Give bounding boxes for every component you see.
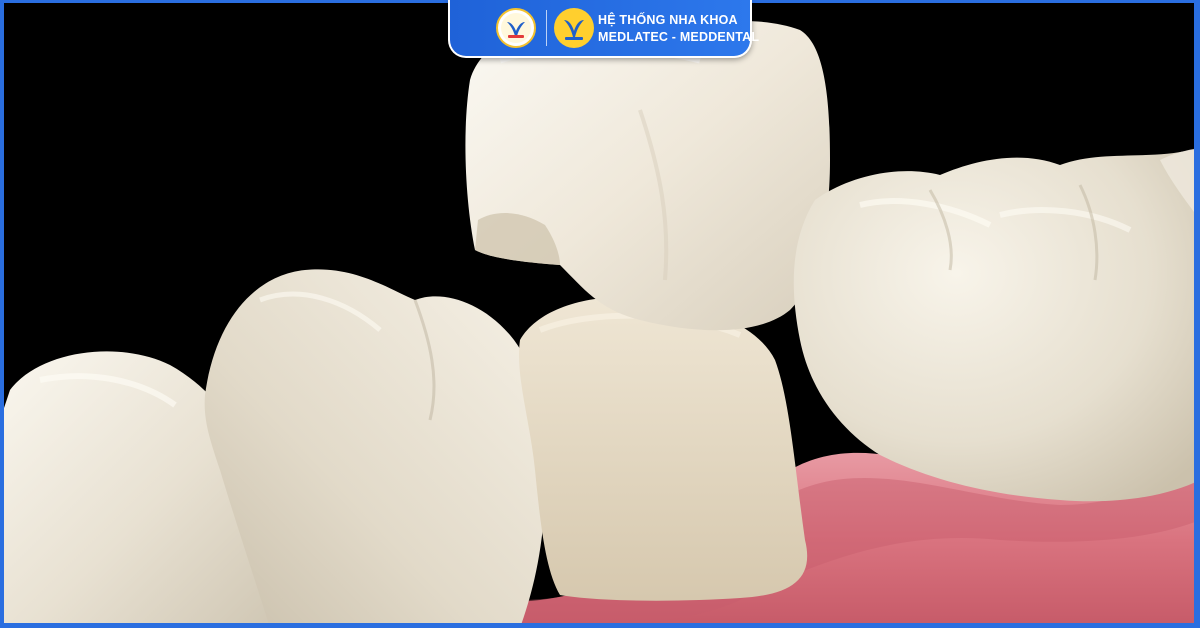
logo-divider — [546, 10, 547, 46]
brand-badge: HỆ THỐNG NHA KHOA MEDLATEC - MEDDENTAL — [448, 0, 759, 58]
banner-frame: HỆ THỐNG NHA KHOA MEDLATEC - MEDDENTAL — [0, 0, 1200, 628]
frame-border-right — [1194, 0, 1200, 628]
frame-border-left — [0, 0, 4, 628]
prepared-tooth-stump — [518, 296, 808, 601]
brand-subtitle: MEDLATEC - MEDDENTAL — [598, 30, 760, 44]
meddental-logo-icon — [496, 8, 536, 48]
frame-border-bottom — [0, 623, 1200, 628]
medlatec-logo-icon — [554, 8, 594, 48]
molar — [793, 150, 1200, 502]
dental-crown-illustration — [0, 20, 1200, 628]
dental-crown — [465, 20, 830, 331]
brand-title: HỆ THỐNG NHA KHOA — [598, 13, 738, 27]
